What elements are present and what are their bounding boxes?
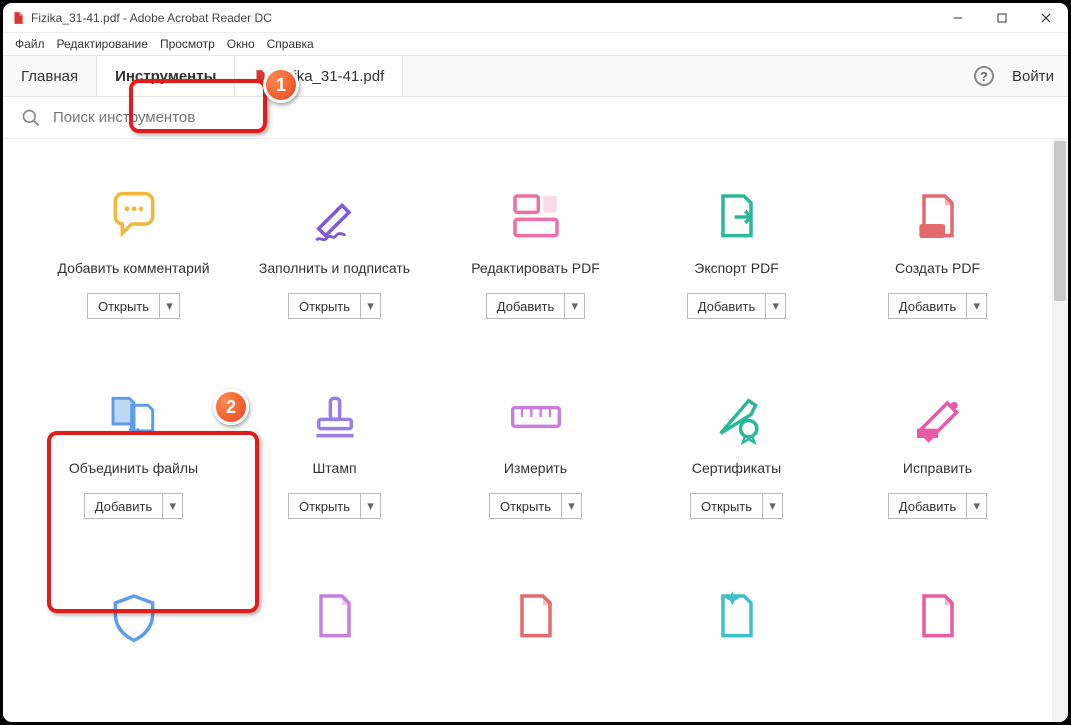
combine-icon — [106, 389, 162, 445]
tool-action-button[interactable]: Добавить▾ — [486, 293, 585, 319]
tool-redact[interactable]: Исправить Добавить▾ — [837, 389, 1038, 519]
tool-edit-pdf[interactable]: Редактировать PDF Добавить▾ — [435, 189, 636, 319]
export-icon — [709, 189, 765, 245]
tool-action-button[interactable]: Открыть▾ — [690, 493, 783, 519]
scroll-thumb[interactable] — [1054, 141, 1066, 301]
titlebar: Fizika_31-41.pdf - Adobe Acrobat Reader … — [3, 3, 1068, 33]
tools-search-bar — [3, 97, 1068, 139]
tool-label: Объединить файлы — [69, 451, 198, 487]
certificate-icon — [709, 389, 765, 445]
tool-stamp[interactable]: Штамп Открыть▾ — [234, 389, 435, 519]
tools-panel: Добавить комментарий Открыть▾ Заполнить … — [3, 139, 1068, 722]
page-icon — [910, 589, 966, 645]
chevron-down-icon[interactable]: ▾ — [360, 294, 380, 318]
chevron-down-icon[interactable]: ▾ — [162, 494, 182, 518]
annotation-marker-1: 1 — [263, 67, 299, 103]
tool-action-button[interactable]: Открыть▾ — [288, 293, 381, 319]
tool-combine-files[interactable]: Объединить файлы Добавить▾ — [33, 389, 234, 519]
menu-help[interactable]: Справка — [263, 35, 318, 53]
tool-action-button[interactable]: Добавить▾ — [687, 293, 786, 319]
tool-add-comment[interactable]: Добавить комментарий Открыть▾ — [33, 189, 234, 319]
help-icon[interactable]: ? — [974, 66, 994, 86]
tool-fill-sign[interactable]: Заполнить и подписать Открыть▾ — [234, 189, 435, 319]
sign-icon — [307, 189, 363, 245]
window-title: Fizika_31-41.pdf - Adobe Acrobat Reader … — [31, 11, 272, 25]
edit-pdf-icon — [508, 189, 564, 245]
tool-partial-1[interactable] — [33, 589, 234, 645]
tool-action-button[interactable]: Открыть▾ — [489, 493, 582, 519]
sparkle-page-icon — [709, 589, 765, 645]
close-button[interactable] — [1024, 3, 1068, 33]
comment-icon — [106, 189, 162, 245]
menu-window[interactable]: Окно — [223, 35, 259, 53]
tab-home-label: Главная — [21, 68, 78, 85]
app-window: Fizika_31-41.pdf - Adobe Acrobat Reader … — [0, 0, 1071, 725]
menu-file[interactable]: Файл — [11, 35, 49, 53]
tool-label: Заполнить и подписать — [259, 251, 410, 287]
login-button[interactable]: Войти — [1012, 68, 1054, 85]
chevron-down-icon[interactable]: ▾ — [966, 494, 986, 518]
tool-label: Экспорт PDF — [694, 251, 779, 287]
chevron-down-icon[interactable]: ▾ — [765, 294, 785, 318]
tool-label: Исправить — [903, 451, 972, 487]
tool-partial-2[interactable] — [234, 589, 435, 645]
chevron-down-icon[interactable]: ▾ — [561, 494, 581, 518]
chevron-down-icon[interactable]: ▾ — [159, 294, 179, 318]
tool-partial-5[interactable] — [837, 589, 1038, 645]
menubar: Файл Редактирование Просмотр Окно Справк… — [3, 33, 1068, 55]
annotation-marker-2: 2 — [213, 389, 249, 425]
redact-icon — [910, 389, 966, 445]
tool-certificates[interactable]: Сертификаты Открыть▾ — [636, 389, 837, 519]
tool-partial-4[interactable] — [636, 589, 837, 645]
tool-action-button[interactable]: Добавить▾ — [84, 493, 183, 519]
minimize-button[interactable] — [936, 3, 980, 33]
tool-label: Измерить — [504, 451, 567, 487]
menu-edit[interactable]: Редактирование — [53, 35, 152, 53]
tool-label: Редактировать PDF — [471, 251, 600, 287]
chevron-down-icon[interactable]: ▾ — [966, 294, 986, 318]
menu-view[interactable]: Просмотр — [156, 35, 219, 53]
tool-export-pdf[interactable]: Экспорт PDF Добавить▾ — [636, 189, 837, 319]
maximize-button[interactable] — [980, 3, 1024, 33]
chevron-down-icon[interactable]: ▾ — [360, 494, 380, 518]
create-pdf-icon — [910, 189, 966, 245]
tool-action-button[interactable]: Открыть▾ — [87, 293, 180, 319]
tabbar: Главная Инструменты Fizika_31-41.pdf ? В… — [3, 55, 1068, 97]
tool-label: Сертификаты — [692, 451, 781, 487]
tool-partial-3[interactable] — [435, 589, 636, 645]
tab-tools-label: Инструменты — [115, 68, 216, 85]
chevron-down-icon[interactable]: ▾ — [564, 294, 584, 318]
search-icon — [21, 108, 41, 128]
tool-action-button[interactable]: Открыть▾ — [288, 493, 381, 519]
tool-measure[interactable]: Измерить Открыть▾ — [435, 389, 636, 519]
page-icon — [307, 589, 363, 645]
stamp-icon — [307, 389, 363, 445]
tool-label: Создать PDF — [895, 251, 980, 287]
tool-action-button[interactable]: Добавить▾ — [888, 293, 987, 319]
tool-label: Добавить комментарий — [57, 251, 209, 287]
tab-document[interactable]: Fizika_31-41.pdf — [235, 56, 403, 96]
page-icon — [508, 589, 564, 645]
scrollbar[interactable] — [1052, 139, 1068, 722]
chevron-down-icon[interactable]: ▾ — [762, 494, 782, 518]
tab-home[interactable]: Главная — [3, 56, 97, 96]
pdf-file-icon — [11, 11, 25, 25]
tab-tools[interactable]: Инструменты — [97, 56, 235, 96]
shield-icon — [106, 589, 162, 645]
ruler-icon — [508, 389, 564, 445]
tools-search-input[interactable] — [53, 109, 453, 126]
tool-create-pdf[interactable]: Создать PDF Добавить▾ — [837, 189, 1038, 319]
tool-action-button[interactable]: Добавить▾ — [888, 493, 987, 519]
tool-label: Штамп — [312, 451, 356, 487]
